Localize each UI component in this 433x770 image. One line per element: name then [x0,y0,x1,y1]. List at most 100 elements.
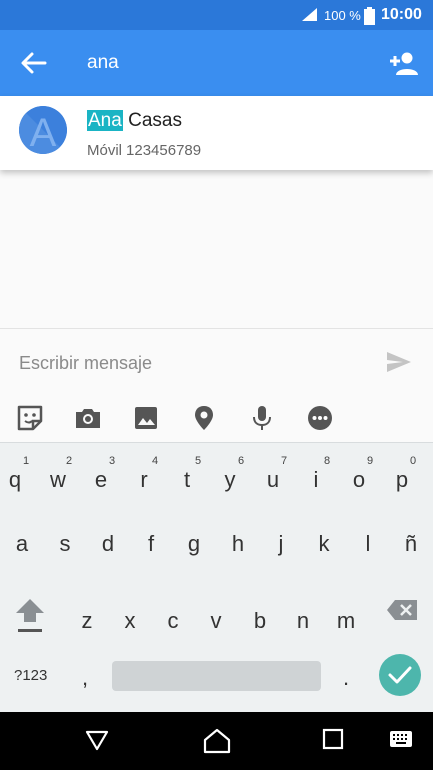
key-label: j [278,531,284,556]
key-label: h [231,531,245,556]
key-q[interactable]: 1q [0,447,35,505]
name-highlight: Ana [87,110,123,131]
key-label: b [253,608,267,633]
key-label: s [59,531,71,556]
key-label: a [15,531,29,556]
key-label: l [365,531,371,556]
phone-number: 123456789 [126,142,202,159]
period-key[interactable]: . [343,665,349,691]
symbols-key[interactable]: ?123 [14,667,47,684]
key-label: k [318,531,330,556]
battery-percent: 100 % [324,8,361,23]
attachment-bar [0,392,433,442]
key-g[interactable]: g [174,527,214,585]
key-j[interactable]: j [261,527,301,585]
avatar-letter: A [30,111,57,154]
key-label: ñ [404,531,418,556]
key-label: n [296,608,310,633]
key-label: w [50,467,66,492]
key-label: q [8,467,22,492]
message-input[interactable]: Escribir mensaje [19,353,152,374]
comma-key[interactable]: , [82,665,88,691]
key-s[interactable]: s [45,527,85,585]
key-y[interactable]: 6y [210,447,250,505]
key-label: e [94,467,108,492]
message-composer: Escribir mensaje [0,328,433,391]
key-x[interactable]: x [110,588,150,646]
key-label: f [147,531,155,556]
key-b[interactable]: b [240,588,280,646]
key-i[interactable]: 8i [296,447,336,505]
key-number-hint: 5 [194,455,202,467]
backspace-key[interactable] [386,599,418,621]
space-key[interactable] [112,661,321,691]
app-bar: ana [0,30,433,96]
key-label: o [352,467,366,492]
key-label: y [224,467,236,492]
key-k[interactable]: k [304,527,344,585]
key-number-hint: 9 [366,455,374,467]
battery-icon [364,7,375,25]
key-number-hint: 8 [323,455,331,467]
key-h[interactable]: h [218,527,258,585]
keyboard-hide-icon[interactable] [389,730,413,748]
person-add-icon[interactable] [388,49,420,77]
key-label: i [313,467,319,492]
key-m[interactable]: m [326,588,366,646]
key-number-hint: 2 [65,455,73,467]
key-w[interactable]: 2w [38,447,78,505]
key-t[interactable]: 5t [167,447,207,505]
key-a[interactable]: a [2,527,42,585]
key-number-hint: 6 [237,455,245,467]
key-u[interactable]: 7u [253,447,293,505]
search-query[interactable]: ana [87,52,119,74]
nav-recents-icon[interactable] [322,728,344,750]
keyboard: 1q2w3e4r5t6y7u8i9o0p asdfghjklñ zxcvbnm … [0,442,433,713]
contact-phone: Móvil 123456789 [87,142,201,159]
contact-avatar: A [19,106,67,154]
image-icon[interactable] [132,404,160,432]
key-r[interactable]: 4r [124,447,164,505]
sticker-icon[interactable] [16,404,44,432]
key-z[interactable]: z [67,588,107,646]
key-label: t [183,467,191,492]
mic-icon[interactable] [248,404,276,432]
location-icon[interactable] [190,404,218,432]
nav-home-icon[interactable] [203,728,231,754]
key-number-hint: 7 [280,455,288,467]
status-bar: 100 % 10:00 [0,0,433,30]
key-f[interactable]: f [131,527,171,585]
key-label: z [81,608,93,633]
enter-key[interactable] [378,653,422,697]
key-label: r [140,467,148,492]
key-number-hint: 3 [108,455,116,467]
shift-key[interactable] [14,596,46,636]
key-e[interactable]: 3e [81,447,121,505]
key-number-hint: 1 [22,455,30,467]
key-p[interactable]: 0p [382,447,422,505]
contact-result[interactable]: A Ana Casas Móvil 123456789 [0,96,433,170]
key-label: d [101,531,115,556]
more-icon[interactable] [306,404,334,432]
phone-label: Móvil [87,142,123,159]
send-icon[interactable] [386,351,412,373]
key-c[interactable]: c [153,588,193,646]
key-o[interactable]: 9o [339,447,379,505]
key-label: v [210,608,222,633]
key-v[interactable]: v [196,588,236,646]
key-ñ[interactable]: ñ [391,527,431,585]
nav-back-icon[interactable] [85,728,109,752]
key-number-hint: 4 [151,455,159,467]
key-n[interactable]: n [283,588,323,646]
name-rest: Casas [128,110,182,131]
signal-icon [302,8,317,21]
key-label: p [395,467,409,492]
arrow-back-icon[interactable] [18,50,48,76]
key-number-hint: 0 [409,455,417,467]
camera-icon[interactable] [74,404,102,432]
key-l[interactable]: l [348,527,388,585]
key-label: u [266,467,280,492]
key-d[interactable]: d [88,527,128,585]
key-label: x [124,608,136,633]
navigation-bar [0,712,433,770]
